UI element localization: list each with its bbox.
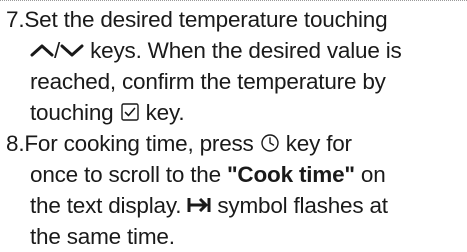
step-8-text-3a: the text display. — [30, 193, 188, 218]
confirm-checkbox-icon — [120, 102, 140, 122]
arrow-down-icon — [60, 43, 84, 57]
step-8: 8.For cooking time, press key for once t… — [6, 128, 465, 252]
step-7-text-3: reached, confirm the temperature by — [30, 69, 386, 94]
step-7-text-2: keys. When the desired value is — [84, 38, 402, 63]
step-7-line-4: touching key. — [6, 97, 465, 128]
instruction-document: 7.Set the desired temperature touching /… — [6, 4, 465, 252]
step-7-text-4b: key. — [139, 100, 185, 125]
step-8-text-1a: For cooking time, press — [24, 131, 260, 156]
step-8-line-1: 8.For cooking time, press key for — [6, 128, 465, 159]
step-7-line-3: reached, confirm the temperature by — [6, 66, 465, 97]
step-8-text-2a: once to scroll to the — [30, 162, 227, 187]
step-8-text-4: the same time. — [30, 224, 175, 249]
step-7-text-1: Set the desired temperature touching — [24, 7, 388, 32]
step-8-line-2: once to scroll to the "Cook time" on — [6, 159, 465, 190]
clock-icon — [260, 133, 280, 153]
top-dotted-rule — [0, 0, 467, 2]
arrow-up-icon — [30, 43, 54, 57]
step-8-text-2b: on — [354, 162, 386, 187]
step-8-line-4: the same time. — [6, 221, 465, 252]
step-8-text-1b: key for — [279, 131, 352, 156]
step-7-text-4a: touching — [30, 100, 120, 125]
cook-time-label: "Cook time" — [226, 162, 355, 187]
step-7-number: 7. — [6, 7, 25, 32]
step-7: 7.Set the desired temperature touching /… — [6, 4, 465, 128]
end-time-arrow-icon — [187, 195, 211, 215]
step-8-number: 8. — [6, 131, 25, 156]
step-7-line-2: / keys. When the desired value is — [6, 35, 465, 66]
step-8-text-3b: symbol flashes at — [211, 193, 388, 218]
step-7-line-1: 7.Set the desired temperature touching — [6, 4, 465, 35]
step-8-line-3: the text display. symbol flashes at — [6, 190, 465, 221]
